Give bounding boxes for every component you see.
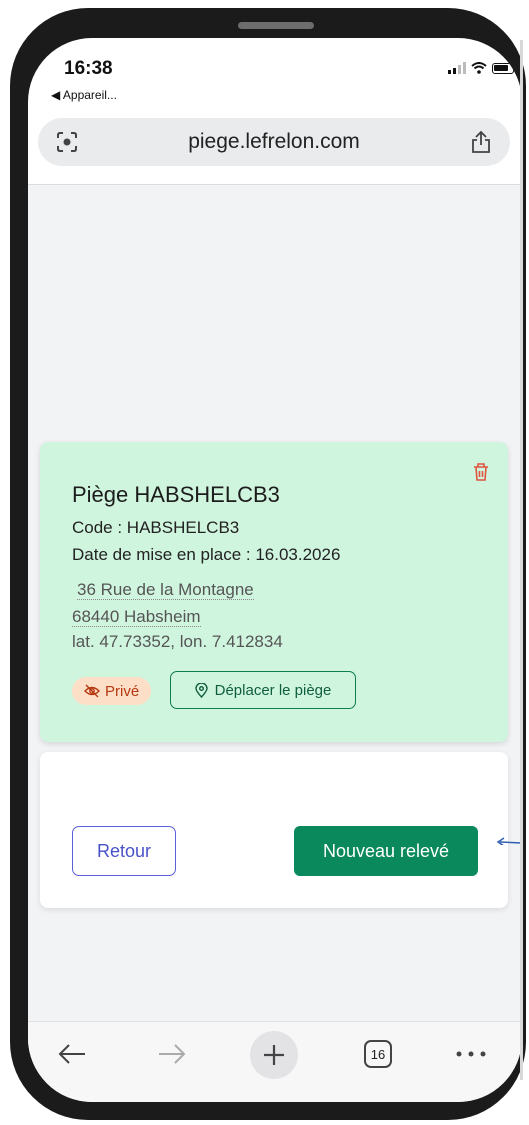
more-icon[interactable] — [453, 1036, 489, 1072]
actions-card: Retour Nouveau relevé — [40, 752, 508, 908]
new-reading-button[interactable]: Nouveau relevé — [294, 826, 478, 876]
move-trap-button[interactable]: Déplacer le piège — [170, 671, 356, 709]
url-text[interactable]: piege.lefrelon.com — [38, 130, 510, 154]
location-pin-icon — [194, 682, 208, 698]
new-tab-button[interactable] — [249, 1030, 299, 1080]
trap-date: Date de mise en place : 16.03.2026 — [72, 545, 341, 564]
wifi-icon — [471, 62, 487, 74]
trap-title: Piège HABSHELCB3 — [72, 482, 280, 507]
plus-icon — [250, 1031, 298, 1079]
address-city: 68440 Habsheim — [72, 607, 201, 627]
web-page: Piège HABSHELCB3 Code : HABSHELCB3 Date … — [28, 185, 522, 1021]
share-icon[interactable] — [470, 130, 492, 154]
coordinates: lat. 47.73352, lon. 7.412834 — [72, 632, 283, 651]
address-street: 36 Rue de la Montagne — [77, 580, 254, 600]
status-icons — [448, 62, 514, 74]
page-edge — [520, 40, 523, 1080]
browser-toolbar: 16 — [28, 1021, 522, 1102]
signal-icon — [448, 62, 466, 74]
private-badge: Privé — [72, 677, 152, 705]
trash-icon[interactable] — [472, 462, 490, 482]
tabs-button[interactable]: 16 — [360, 1036, 396, 1072]
battery-icon — [492, 62, 514, 74]
trap-code: Code : HABSHELCB3 — [72, 518, 240, 537]
tab-count: 16 — [364, 1040, 392, 1068]
back-arrow-icon[interactable] — [54, 1036, 90, 1072]
speaker — [238, 22, 314, 29]
move-trap-label: Déplacer le piège — [214, 681, 332, 699]
private-badge-label: Privé — [105, 682, 140, 700]
status-time: 16:38 — [64, 58, 113, 79]
forward-arrow-icon[interactable] — [154, 1036, 190, 1072]
trap-card: Piège HABSHELCB3 Code : HABSHELCB3 Date … — [40, 442, 508, 742]
phone-frame: 16:38 ◀ Appareil... piege.lefrelon.com P… — [10, 8, 526, 1120]
back-to-app-link[interactable]: ◀ Appareil... — [51, 88, 117, 102]
eye-off-icon — [84, 684, 100, 698]
back-button[interactable]: Retour — [72, 826, 176, 876]
annotation-arrow — [496, 837, 522, 845]
screen: 16:38 ◀ Appareil... piege.lefrelon.com P… — [28, 38, 522, 1102]
address-bar[interactable]: piege.lefrelon.com — [38, 118, 510, 166]
